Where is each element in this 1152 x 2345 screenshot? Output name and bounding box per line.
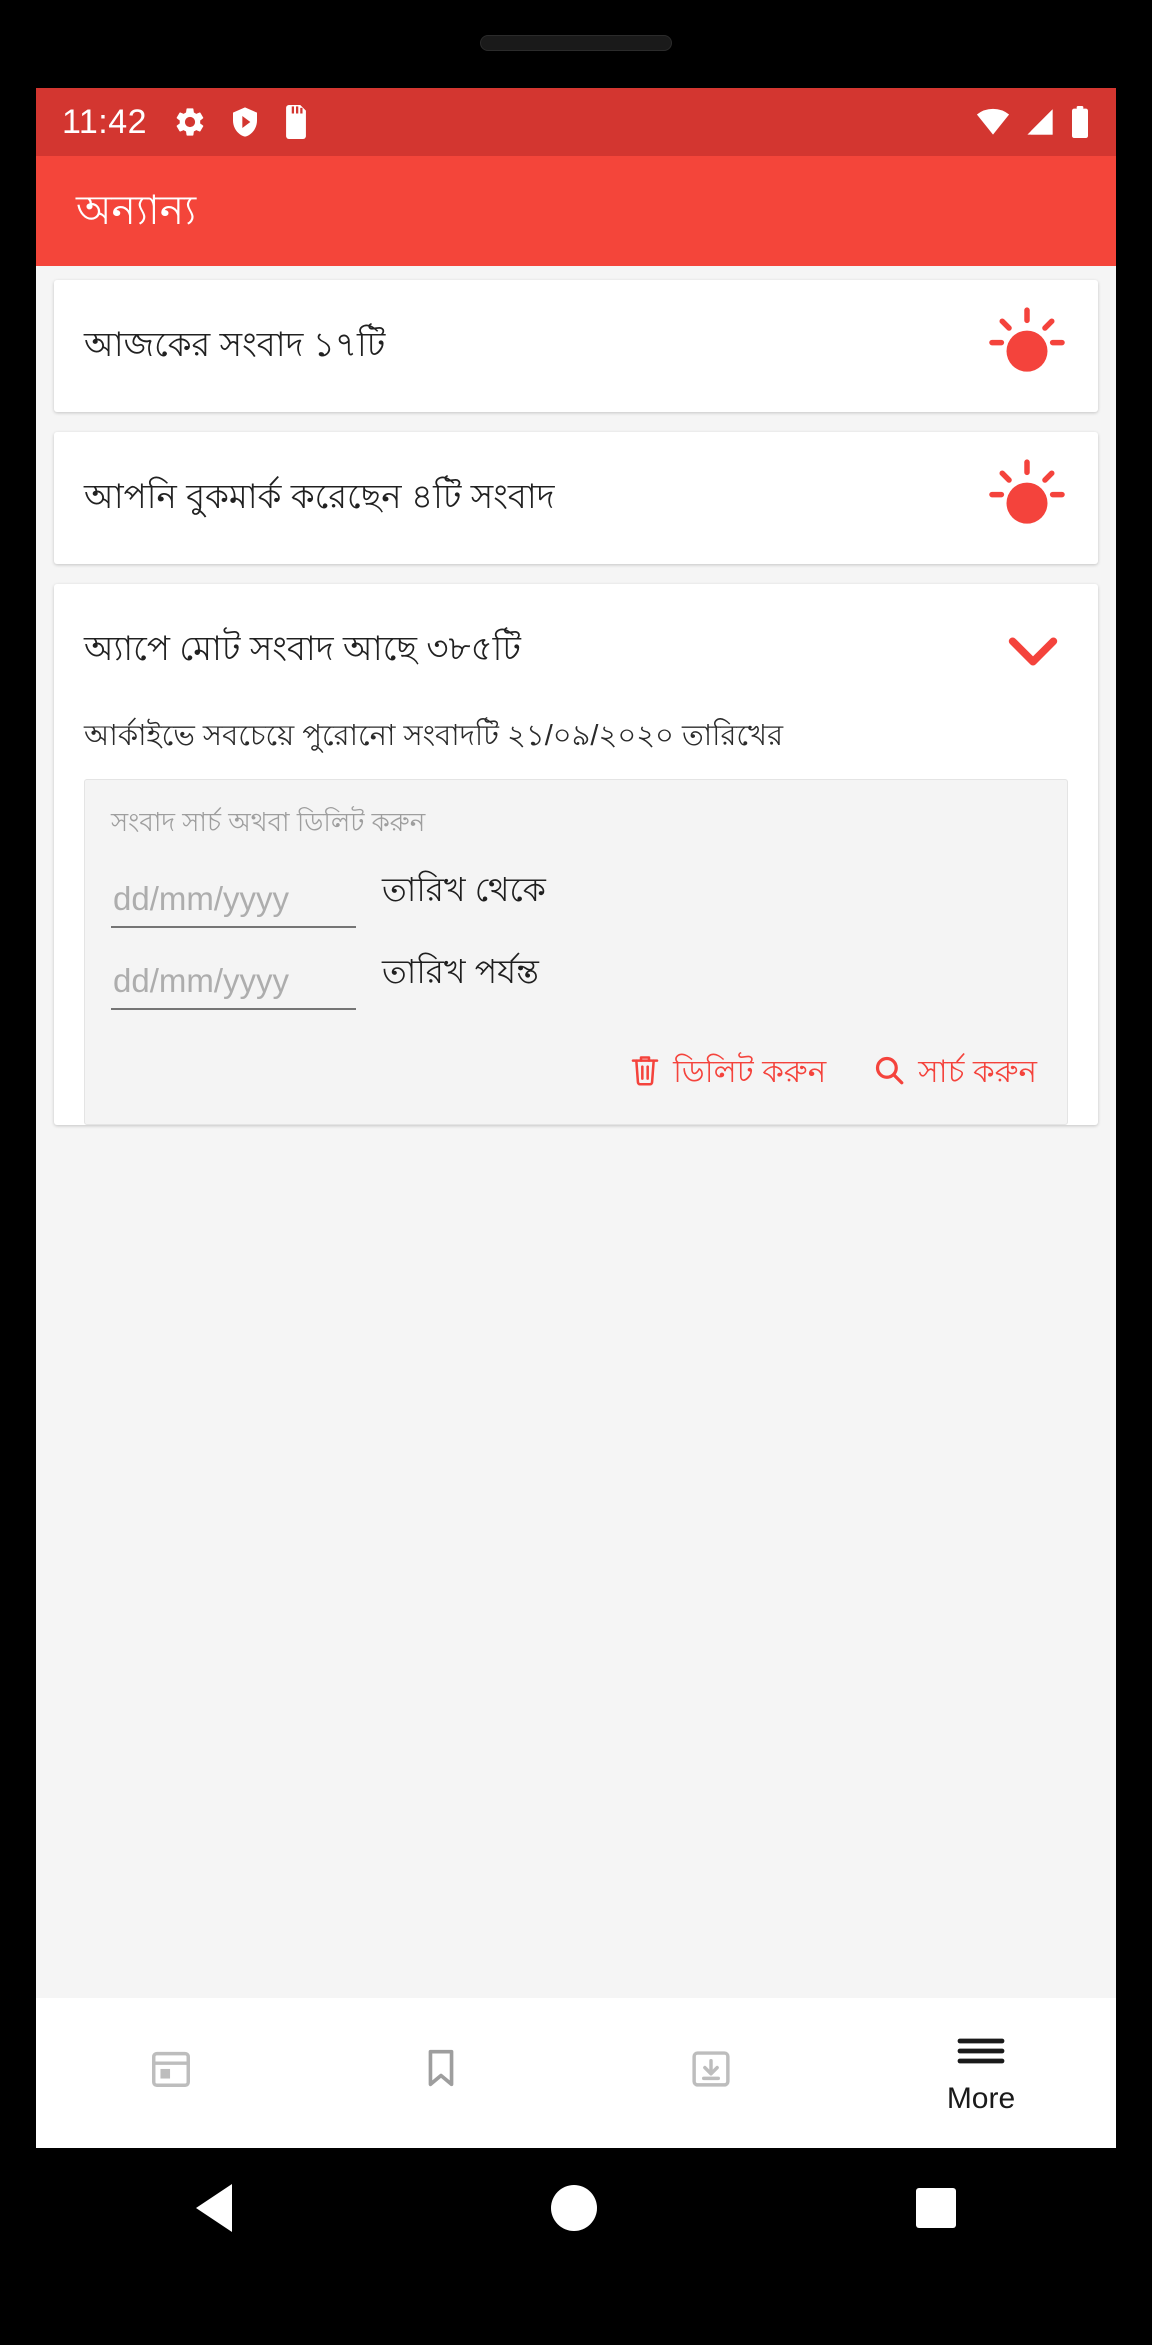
card-total-news-row[interactable]: অ্যাপে মোট সংবাদ আছে ৩৮৫টি	[84, 584, 1068, 716]
sun-icon	[986, 457, 1068, 539]
calendar-icon	[148, 2045, 194, 2096]
gear-icon	[173, 105, 207, 139]
nav-item-calendar[interactable]	[36, 1998, 306, 2148]
search-button-label: সার্চ করুন	[918, 1053, 1037, 1089]
status-bar: 11:42	[36, 88, 1116, 156]
card-today-news-row: আজকের সংবাদ ১৭টি	[84, 280, 1068, 412]
from-date-label: তারিখ থেকে	[382, 870, 546, 908]
trash-icon	[629, 1052, 661, 1096]
card-total-news: অ্যাপে মোট সংবাদ আছে ৩৮৫টি আর্কাইভে সবচে…	[54, 584, 1098, 1125]
earpiece-speaker	[480, 35, 672, 51]
from-date-input[interactable]	[111, 877, 356, 928]
sd-card-icon	[283, 105, 309, 139]
nav-item-bookmark[interactable]	[306, 1998, 576, 2148]
from-date-row: তারিখ থেকে	[111, 864, 1041, 928]
bookmark-icon	[418, 2045, 464, 2096]
search-button[interactable]: সার্চ করুন	[872, 1048, 1037, 1100]
search-panel-label: সংবাদ সার্চ অথবা ডিলিট করুন	[111, 806, 426, 837]
to-date-label: তারিখ পর্যন্ত	[382, 952, 539, 990]
archive-download-icon	[688, 2045, 734, 2096]
search-icon	[872, 1052, 906, 1096]
app-bar: অন্যান্য	[36, 156, 1116, 266]
nav-item-more-label: More	[946, 2081, 1016, 2115]
bottom-navigation-bar: More	[36, 1998, 1116, 2148]
bookmarked-news-label: আপনি বুকমার্ক করেছেন ৪টি সংবাদ	[84, 478, 555, 517]
card-bookmarked-news-row: আপনি বুকমার্ক করেছেন ৪টি সংবাদ	[84, 432, 1068, 564]
status-bar-clock: 11:42	[62, 102, 148, 141]
recents-square-icon[interactable]	[916, 2188, 957, 2228]
phone-screen: 11:42 অন্যান্য আজকের সংবাদ ১৭টি আপনি বুক…	[36, 88, 1116, 2148]
status-bar-system-icons	[976, 106, 1090, 138]
back-triangle-icon[interactable]	[195, 2184, 232, 2232]
battery-icon	[1070, 106, 1090, 138]
nav-item-more[interactable]: More	[846, 1998, 1116, 2148]
delete-button[interactable]: ডিলিট করুন	[629, 1048, 826, 1100]
cellular-signal-icon	[1024, 108, 1056, 136]
main-content: আজকের সংবাদ ১৭টি আপনি বুকমার্ক করেছেন ৪ট…	[36, 266, 1116, 2148]
card-today-news[interactable]: আজকের সংবাদ ১৭টি	[54, 280, 1098, 412]
to-date-input[interactable]	[111, 959, 356, 1010]
panel-actions: ডিলিট করুন সার্চ করুন	[111, 1048, 1041, 1100]
total-news-label: অ্যাপে মোট সংবাদ আছে ৩৮৫টি	[84, 630, 521, 669]
to-date-row: তারিখ পর্যন্ত	[111, 946, 1041, 1010]
chevron-down-icon[interactable]	[998, 615, 1068, 685]
today-news-label: আজকের সংবাদ ১৭টি	[84, 326, 386, 365]
oldest-archive-note: আর্কাইভে সবচেয়ে পুরোনো সংবাদটি ২১/০৯/২০…	[84, 720, 784, 752]
hamburger-menu-icon	[955, 2031, 1007, 2076]
status-bar-notification-icons	[173, 105, 309, 139]
phone-device-frame: 11:42 অন্যান্য আজকের সংবাদ ১৭টি আপনি বুক…	[0, 0, 1152, 2345]
search-delete-panel: সংবাদ সার্চ অথবা ডিলিট করুন তারিখ থেকে ত…	[84, 778, 1068, 1125]
android-system-navigation-bar	[36, 2148, 1116, 2268]
play-protect-shield-icon	[229, 105, 261, 139]
home-circle-icon[interactable]	[550, 2185, 597, 2231]
page-title: অন্যান্য	[76, 187, 197, 234]
card-bookmarked-news[interactable]: আপনি বুকমার্ক করেছেন ৪টি সংবাদ	[54, 432, 1098, 564]
delete-button-label: ডিলিট করুন	[673, 1053, 827, 1089]
nav-item-archive[interactable]	[576, 1998, 846, 2148]
wifi-icon	[976, 108, 1010, 136]
sun-icon	[986, 305, 1068, 387]
